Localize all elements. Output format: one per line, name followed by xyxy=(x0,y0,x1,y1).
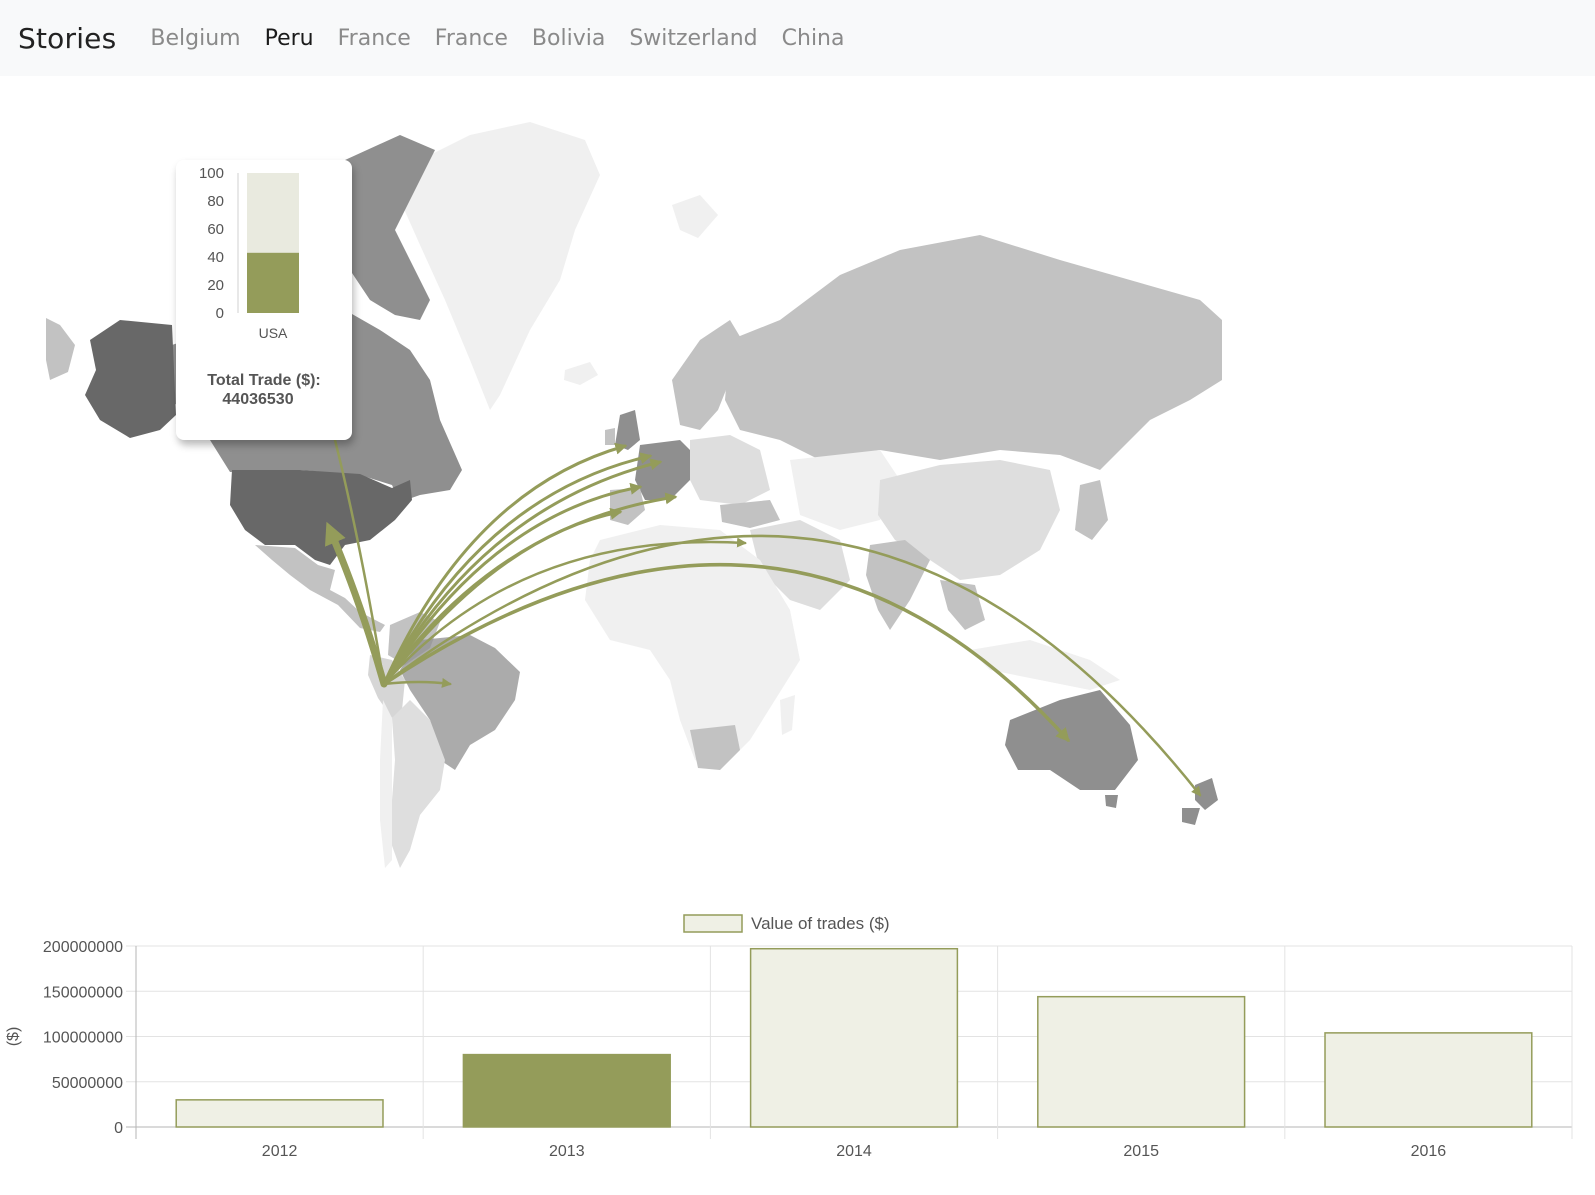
country-usa[interactable] xyxy=(230,470,412,565)
country-greenland[interactable] xyxy=(400,122,600,410)
country-tooltip: 0 20 40 60 80 100 USA Total Trade ($): 4403653… xyxy=(176,160,352,440)
tooltip-y-tick-label: 20 xyxy=(207,277,224,294)
bar-2014[interactable] xyxy=(749,947,959,1128)
tooltip-y-tick-label: 40 xyxy=(207,249,224,266)
country-uk[interactable] xyxy=(615,410,640,450)
nav-item-bolivia[interactable]: Bolivia xyxy=(532,26,605,51)
country-western-europe[interactable] xyxy=(635,440,695,500)
trade-value-chart: Value of trades ($) 0 50000000 100000000 150… xyxy=(5,914,1573,1160)
y-tick-label: 200000000 xyxy=(43,939,123,956)
x-tick-label: 2015 xyxy=(1123,1143,1159,1160)
bar-2016[interactable] xyxy=(1324,1032,1533,1128)
country-south-africa[interactable] xyxy=(690,725,740,770)
country-japan[interactable] xyxy=(1075,480,1108,540)
x-tick-label: 2014 xyxy=(836,1143,872,1160)
nav-item-switzerland[interactable]: Switzerland xyxy=(629,26,757,51)
x-tick-label: 2012 xyxy=(262,1143,298,1160)
country-russia-west-edge[interactable] xyxy=(46,318,75,380)
navbar: Stories Belgium Peru France France Boliv… xyxy=(0,0,1595,76)
bar-2012[interactable] xyxy=(175,1099,384,1128)
navbar-brand[interactable]: Stories xyxy=(18,22,116,55)
tooltip-y-tick-label: 80 xyxy=(207,193,224,210)
tooltip-total-value: 44036530 xyxy=(222,391,294,408)
tooltip-y-tick-label: 60 xyxy=(207,221,224,238)
tooltip-total-label: Total Trade ($): xyxy=(207,372,321,389)
y-axis-label: ($) xyxy=(5,1027,22,1047)
country-svalbard[interactable] xyxy=(672,195,718,238)
bar-2015[interactable] xyxy=(1037,995,1246,1128)
y-tick-label: 150000000 xyxy=(43,984,123,1001)
country-ireland[interactable] xyxy=(605,428,615,445)
country-chile[interactable] xyxy=(380,700,392,868)
tooltip-bar xyxy=(247,252,299,313)
nav-item-france[interactable]: France xyxy=(338,26,411,51)
nav-item-china[interactable]: China xyxy=(782,26,845,51)
legend-swatch xyxy=(683,914,743,933)
country-turkey[interactable] xyxy=(720,500,780,528)
tooltip-y-tick-label: 100 xyxy=(199,165,224,182)
nav-item-belgium[interactable]: Belgium xyxy=(150,26,240,51)
chart-legend[interactable]: Value of trades ($) xyxy=(683,914,890,933)
y-tick-label: 0 xyxy=(114,1120,123,1137)
country-new-zealand[interactable] xyxy=(1182,778,1218,825)
y-tick-label: 100000000 xyxy=(43,1030,123,1047)
bar-2013[interactable] xyxy=(462,1053,671,1128)
tooltip-y-tick-label: 0 xyxy=(216,305,224,322)
nav-item-peru[interactable]: Peru xyxy=(265,26,314,51)
country-russia[interactable] xyxy=(725,235,1222,470)
route-to-usa[interactable] xyxy=(324,521,388,688)
country-tasmania[interactable] xyxy=(1105,795,1118,808)
x-tick-label: 2013 xyxy=(549,1143,585,1160)
country-usa-alaska[interactable] xyxy=(85,320,176,438)
nav-item-france-2[interactable]: France xyxy=(435,26,508,51)
y-tick-label: 50000000 xyxy=(52,1075,123,1092)
x-tick-label: 2016 xyxy=(1411,1143,1447,1160)
country-madagascar[interactable] xyxy=(780,695,795,735)
tooltip-chart: 0 20 40 60 80 100 USA xyxy=(199,165,299,341)
country-eastern-europe[interactable] xyxy=(690,435,770,505)
legend-label: Value of trades ($) xyxy=(751,914,890,933)
tooltip-x-tick-label: USA xyxy=(259,325,288,341)
country-australia[interactable] xyxy=(1005,690,1138,790)
country-iceland[interactable] xyxy=(564,362,598,385)
